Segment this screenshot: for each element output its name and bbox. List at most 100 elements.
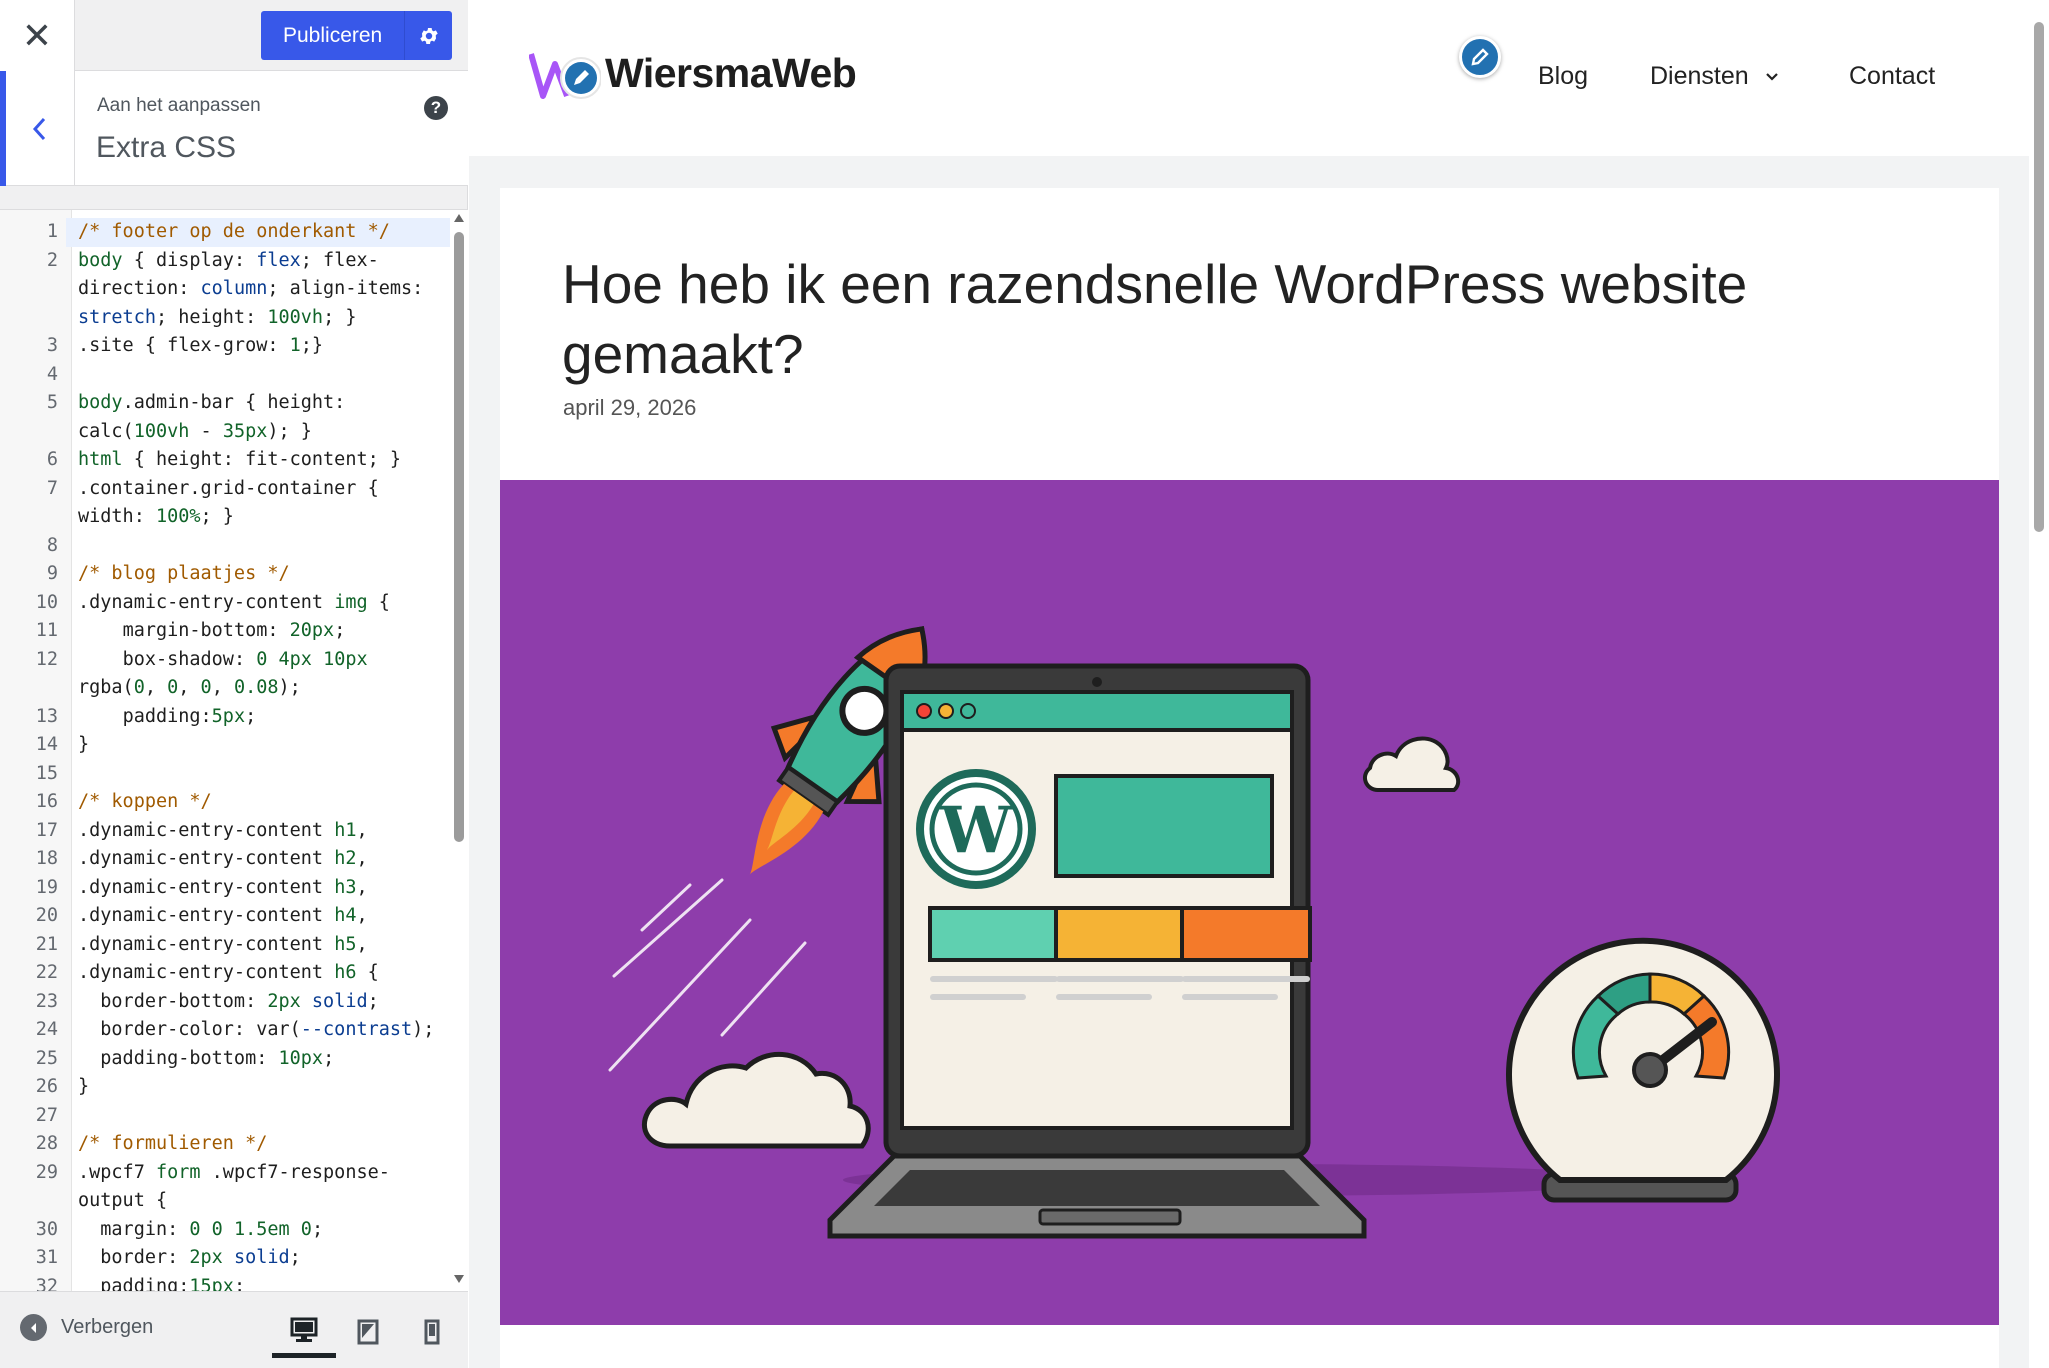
- code-text[interactable]: border-bottom: 2px solid;: [66, 988, 450, 1017]
- code-text[interactable]: /* koppen */: [66, 788, 450, 817]
- code-line[interactable]: width: 100%; }: [0, 503, 450, 532]
- code-text[interactable]: .dynamic-entry-content img {: [66, 589, 450, 618]
- code-line[interactable]: calc(100vh - 35px); }: [0, 418, 450, 447]
- code-line[interactable]: 17 .dynamic-entry-content h1,: [0, 817, 450, 846]
- code-line[interactable]: 5 body.admin-bar { height:: [0, 389, 450, 418]
- code-text[interactable]: [66, 760, 450, 789]
- code-line[interactable]: 2 body { display: flex; flex-: [0, 247, 450, 276]
- code-text[interactable]: direction: column; align-items:: [66, 275, 450, 304]
- mobile-preview-button[interactable]: [400, 1306, 464, 1358]
- code-text[interactable]: margin-bottom: 20px;: [66, 617, 450, 646]
- code-line[interactable]: 19 .dynamic-entry-content h3,: [0, 874, 450, 903]
- code-text[interactable]: }: [66, 731, 450, 760]
- code-line[interactable]: 26}: [0, 1073, 450, 1102]
- code-text[interactable]: border: 2px solid;: [66, 1244, 450, 1273]
- editor-scroll-thumb[interactable]: [454, 232, 464, 842]
- code-line[interactable]: 10 .dynamic-entry-content img {: [0, 589, 450, 618]
- code-text[interactable]: .dynamic-entry-content h3,: [66, 874, 450, 903]
- code-text[interactable]: border-color: var(--contrast);: [66, 1016, 450, 1045]
- code-line[interactable]: 3 .site { flex-grow: 1;}: [0, 332, 450, 361]
- code-line[interactable]: 20 .dynamic-entry-content h4,: [0, 902, 450, 931]
- code-line[interactable]: 13 padding:5px;: [0, 703, 450, 732]
- code-line[interactable]: 11 margin-bottom: 20px;: [0, 617, 450, 646]
- code-text[interactable]: /* blog plaatjes */: [66, 560, 450, 589]
- code-text[interactable]: width: 100%; }: [66, 503, 450, 532]
- code-text[interactable]: box-shadow: 0 4px 10px: [66, 646, 450, 675]
- code-line[interactable]: 14}: [0, 731, 450, 760]
- nav-contact[interactable]: Contact: [1849, 62, 1935, 91]
- nav-blog[interactable]: Blog: [1538, 62, 1588, 91]
- tablet-preview-button[interactable]: [336, 1306, 400, 1358]
- code-text[interactable]: .site { flex-grow: 1;}: [66, 332, 450, 361]
- code-text[interactable]: calc(100vh - 35px); }: [66, 418, 450, 447]
- code-text[interactable]: body { display: flex; flex-: [66, 247, 450, 276]
- code-line[interactable]: 6 html { height: fit-content; }: [0, 446, 450, 475]
- code-line[interactable]: 18 .dynamic-entry-content h2,: [0, 845, 450, 874]
- code-text[interactable]: margin: 0 0 1.5em 0;: [66, 1216, 450, 1245]
- code-line[interactable]: 28 /* formulieren */: [0, 1130, 450, 1159]
- code-line[interactable]: stretch; height: 100vh; }: [0, 304, 450, 333]
- code-text[interactable]: .dynamic-entry-content h1,: [66, 817, 450, 846]
- help-icon[interactable]: ?: [424, 96, 448, 120]
- code-text[interactable]: padding-bottom: 10px;: [66, 1045, 450, 1074]
- code-line[interactable]: 32 padding:15px;: [0, 1273, 450, 1292]
- desktop-preview-button[interactable]: [272, 1306, 336, 1358]
- editor-scrollbar[interactable]: [450, 210, 468, 1291]
- code-line[interactable]: 21 .dynamic-entry-content h5,: [0, 931, 450, 960]
- code-text[interactable]: .dynamic-entry-content h5,: [66, 931, 450, 960]
- code-line[interactable]: 31 border: 2px solid;: [0, 1244, 450, 1273]
- code-line[interactable]: 9 /* blog plaatjes */: [0, 560, 450, 589]
- code-text[interactable]: [66, 532, 450, 561]
- code-line[interactable]: 4: [0, 361, 450, 390]
- code-text[interactable]: padding:15px;: [66, 1273, 450, 1292]
- close-customizer-button[interactable]: ✕: [0, 0, 75, 71]
- code-text[interactable]: padding:5px;: [66, 703, 450, 732]
- preview-scroll-thumb[interactable]: [2034, 22, 2044, 532]
- code-line[interactable]: 27: [0, 1102, 450, 1131]
- code-text[interactable]: .dynamic-entry-content h4,: [66, 902, 450, 931]
- line-number: 5: [46, 392, 58, 413]
- code-text[interactable]: .wpcf7 form .wpcf7-response-: [66, 1159, 450, 1188]
- edit-shortcut-button[interactable]: [1459, 36, 1501, 78]
- line-number: 12: [35, 648, 58, 670]
- code-text[interactable]: /* footer op de onderkant */: [66, 218, 450, 247]
- code-text[interactable]: }: [66, 1073, 450, 1102]
- code-text[interactable]: stretch; height: 100vh; }: [66, 304, 450, 333]
- code-text[interactable]: output {: [66, 1187, 450, 1216]
- code-text[interactable]: [66, 1102, 450, 1131]
- code-line[interactable]: 25 padding-bottom: 10px;: [0, 1045, 450, 1074]
- code-text[interactable]: html { height: fit-content; }: [66, 446, 450, 475]
- code-line[interactable]: 15: [0, 760, 450, 789]
- site-logo-icon[interactable]: [528, 52, 602, 109]
- code-line[interactable]: 29 .wpcf7 form .wpcf7-response-: [0, 1159, 450, 1188]
- code-line[interactable]: 30 margin: 0 0 1.5em 0;: [0, 1216, 450, 1245]
- publish-settings-button[interactable]: [404, 11, 453, 60]
- hide-controls-button[interactable]: Verbergen: [20, 1314, 153, 1341]
- code-line[interactable]: 24 border-color: var(--contrast);: [0, 1016, 450, 1045]
- code-line[interactable]: 23 border-bottom: 2px solid;: [0, 988, 450, 1017]
- back-button[interactable]: [0, 71, 75, 186]
- code-line[interactable]: 8: [0, 532, 450, 561]
- css-code-editor[interactable]: 1 /* footer op de onderkant */ 2 body { dis…: [0, 209, 468, 1291]
- scroll-down-arrow-icon[interactable]: [454, 1275, 464, 1283]
- code-line[interactable]: 16 /* koppen */: [0, 788, 450, 817]
- preview-scrollbar[interactable]: [2029, 0, 2049, 1368]
- code-text[interactable]: [66, 361, 450, 390]
- code-text[interactable]: .dynamic-entry-content h2,: [66, 845, 450, 874]
- code-line[interactable]: output {: [0, 1187, 450, 1216]
- code-text[interactable]: body.admin-bar { height:: [66, 389, 450, 418]
- code-line[interactable]: rgba(0, 0, 0, 0.08);: [0, 674, 450, 703]
- code-line[interactable]: 12 box-shadow: 0 4px 10px: [0, 646, 450, 675]
- code-line[interactable]: 22 .dynamic-entry-content h6 {: [0, 959, 450, 988]
- publish-button[interactable]: Publiceren: [261, 11, 405, 60]
- code-line[interactable]: direction: column; align-items:: [0, 275, 450, 304]
- code-text[interactable]: rgba(0, 0, 0, 0.08);: [66, 674, 450, 703]
- nav-diensten[interactable]: Diensten: [1650, 62, 1779, 91]
- code-text[interactable]: /* formulieren */: [66, 1130, 450, 1159]
- site-logo-text[interactable]: WiersmaWeb: [605, 50, 857, 97]
- code-text[interactable]: .dynamic-entry-content h6 {: [66, 959, 450, 988]
- code-line[interactable]: 1 /* footer op de onderkant */: [0, 218, 450, 247]
- code-text[interactable]: .container.grid-container {: [66, 475, 450, 504]
- code-line[interactable]: 7 .container.grid-container {: [0, 475, 450, 504]
- scroll-up-arrow-icon[interactable]: [454, 214, 464, 222]
